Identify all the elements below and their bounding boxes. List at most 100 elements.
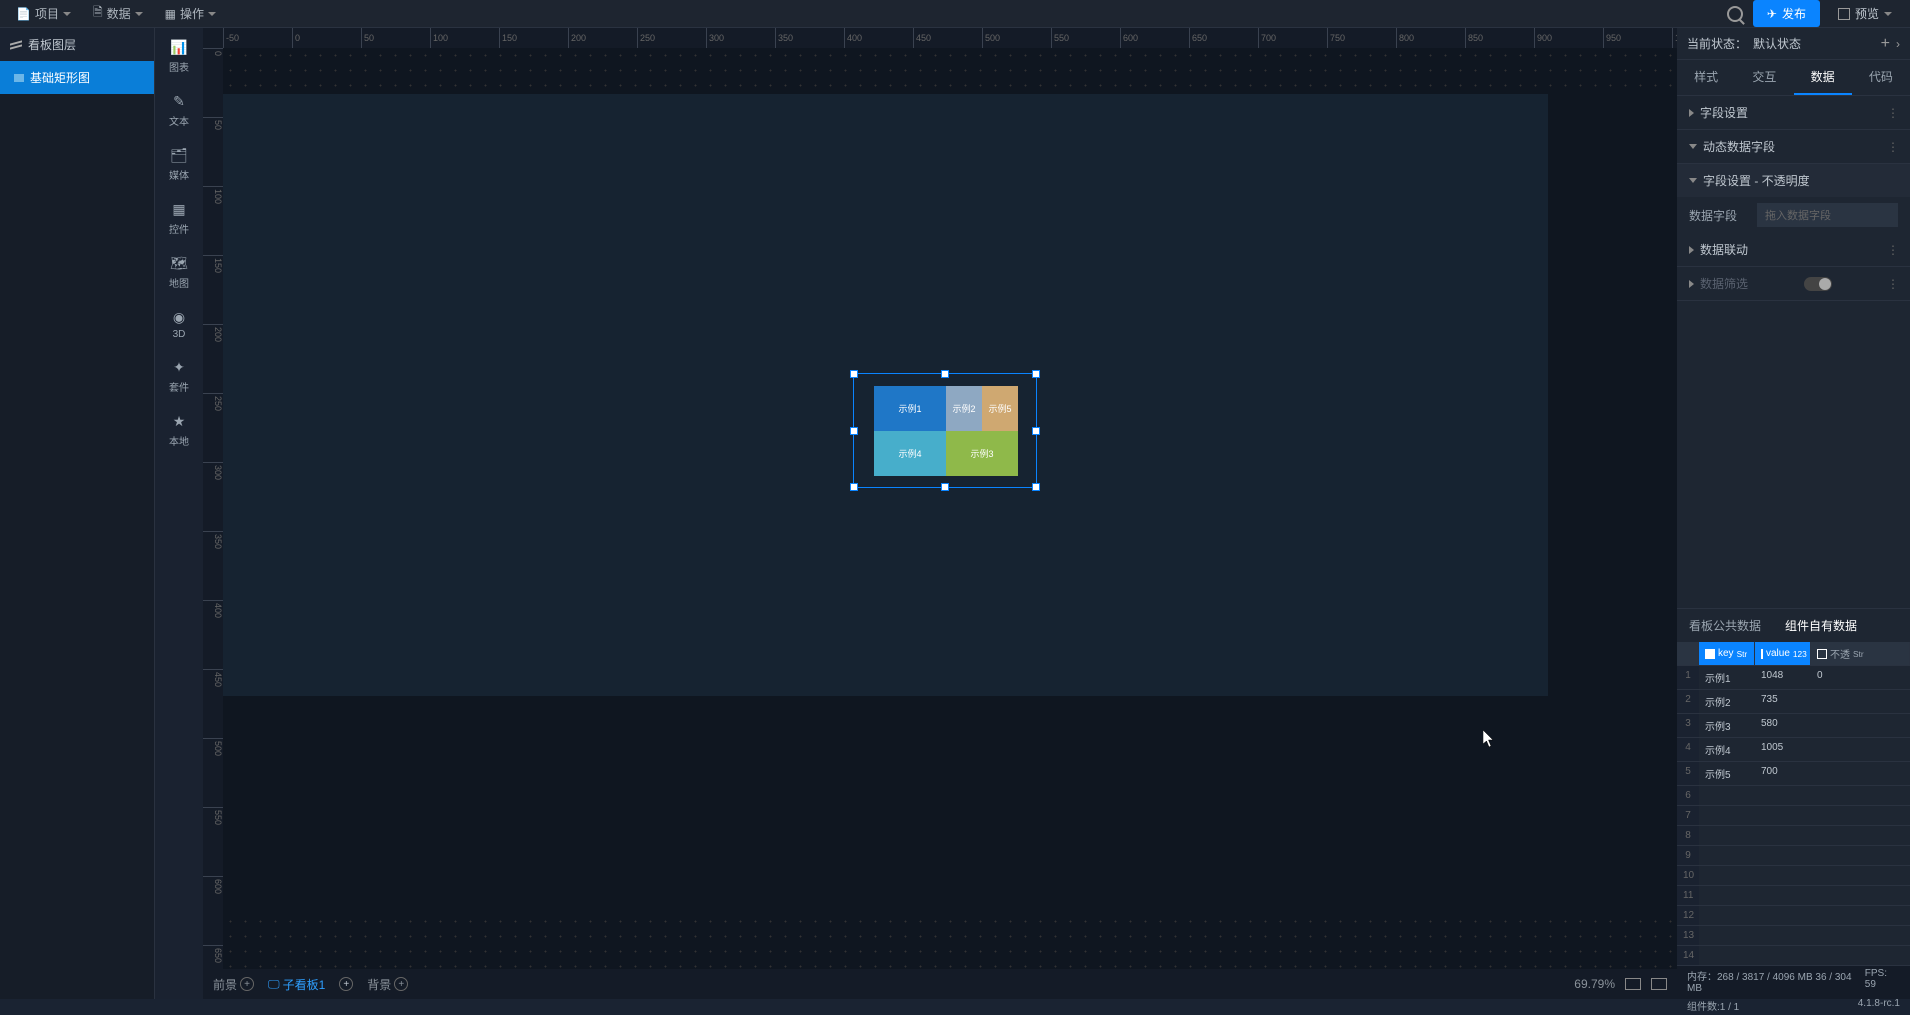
treemap-chart[interactable]: 示例1 示例2 示例5 示例4 示例3 [874,386,1018,476]
cell-key[interactable] [1699,926,1755,945]
section-field-settings[interactable]: 字段设置 ⋮ [1677,96,1910,130]
cell-key[interactable] [1699,866,1755,885]
add-tab-button[interactable]: + [339,977,353,991]
tool-chart[interactable]: 📊图表 [169,38,189,74]
menu-project[interactable]: 📄 项目 [10,0,77,28]
cell-key[interactable] [1699,786,1755,805]
table-row[interactable]: 6 [1677,785,1910,805]
cell-key[interactable] [1699,946,1755,965]
resize-handle-mr[interactable] [1032,427,1040,435]
tool-control[interactable]: ▦控件 [169,200,189,236]
publish-button[interactable]: ✈ 发布 [1753,0,1820,27]
tool-map[interactable]: 🗺地图 [169,254,189,290]
state-next-icon[interactable]: › [1896,37,1900,51]
cell-value[interactable] [1755,846,1811,865]
add-state-button[interactable]: + [1881,35,1890,53]
grid-header-key[interactable]: keyStr [1699,642,1755,665]
tab-data[interactable]: 数据 [1794,60,1852,95]
cell-opacity[interactable] [1811,866,1910,885]
resize-handle-tl[interactable] [850,370,858,378]
cell-key[interactable]: 示例4 [1699,738,1755,761]
add-fore-icon[interactable]: + [240,977,254,991]
more-icon[interactable]: ⋮ [1887,140,1898,154]
cell-opacity[interactable] [1811,946,1910,965]
tab-style[interactable]: 样式 [1677,60,1735,95]
cell-value[interactable] [1755,806,1811,825]
table-row[interactable]: 3示例3580 [1677,713,1910,737]
cell-opacity[interactable] [1811,926,1910,945]
table-row[interactable]: 11 [1677,885,1910,905]
resize-handle-bl[interactable] [850,483,858,491]
more-icon[interactable]: ⋮ [1887,106,1898,120]
subsection-opacity[interactable]: 字段设置 - 不透明度 [1677,164,1910,197]
tool-media[interactable]: 🗂媒体 [169,146,189,182]
table-row[interactable]: 13 [1677,925,1910,945]
table-row[interactable]: 4示例41005 [1677,737,1910,761]
cell-key[interactable] [1699,826,1755,845]
cell-opacity[interactable] [1811,886,1910,905]
cell-value[interactable] [1755,886,1811,905]
cell-value[interactable]: 735 [1755,690,1811,713]
fit-screen-icon[interactable] [1625,978,1641,990]
drop-zone[interactable]: 拖入数据字段 [1757,203,1898,227]
cell-opacity[interactable] [1811,738,1910,761]
filter-toggle[interactable] [1804,277,1832,291]
data-tab-own[interactable]: 组件自有数据 [1773,609,1869,642]
preview-button[interactable]: 预览 [1830,1,1900,26]
actual-size-icon[interactable] [1651,978,1667,990]
table-row[interactable]: 7 [1677,805,1910,825]
more-icon[interactable]: ⋮ [1887,243,1898,257]
tab-background[interactable]: 背景 + [367,976,408,993]
resize-handle-tm[interactable] [941,370,949,378]
tab-foreground[interactable]: 前景 + [213,976,254,993]
menu-data[interactable]: 🗎 数据 [87,0,149,28]
cell-key[interactable]: 示例3 [1699,714,1755,737]
table-row[interactable]: 14 [1677,945,1910,965]
cell-opacity[interactable] [1811,714,1910,737]
tab-subboard[interactable]: 🖵 子看板1 [268,976,325,993]
cell-key[interactable] [1699,906,1755,925]
resize-handle-tr[interactable] [1032,370,1040,378]
cell-opacity[interactable] [1811,826,1910,845]
table-row[interactable]: 10 [1677,865,1910,885]
cell-value[interactable] [1755,946,1811,965]
layer-item-selected[interactable]: 基础矩形图 [0,61,154,94]
resize-handle-br[interactable] [1032,483,1040,491]
tab-interact[interactable]: 交互 [1735,60,1793,95]
cell-opacity[interactable] [1811,786,1910,805]
table-row[interactable]: 2示例2735 [1677,689,1910,713]
grid-header-opacity[interactable]: 不透Str [1811,642,1910,665]
tool-3d[interactable]: ◉3D [170,308,188,340]
tool-local[interactable]: ★本地 [169,412,189,448]
cell-key[interactable] [1699,846,1755,865]
cell-opacity[interactable] [1811,846,1910,865]
data-tab-public[interactable]: 看板公共数据 [1677,609,1773,642]
selection-box[interactable]: 示例1 示例2 示例5 示例4 示例3 [853,373,1037,488]
section-linkage[interactable]: 数据联动 ⋮ [1677,233,1910,267]
more-icon[interactable]: ⋮ [1887,277,1898,291]
table-row[interactable]: 5示例5700 [1677,761,1910,785]
resize-handle-bm[interactable] [941,483,949,491]
cell-opacity[interactable] [1811,806,1910,825]
cell-value[interactable]: 1005 [1755,738,1811,761]
cell-opacity[interactable] [1811,906,1910,925]
search-icon[interactable] [1727,6,1743,22]
tool-text[interactable]: ✎文本 [169,92,189,128]
grid-header-value[interactable]: value123 [1755,642,1811,665]
table-row[interactable]: 12 [1677,905,1910,925]
tab-code[interactable]: 代码 [1852,60,1910,95]
menu-actions[interactable]: ▦ 操作 [159,0,222,28]
table-row[interactable]: 9 [1677,845,1910,865]
add-back-icon[interactable]: + [394,977,408,991]
cell-key[interactable]: 示例1 [1699,666,1755,689]
resize-handle-ml[interactable] [850,427,858,435]
tool-kit[interactable]: ✦套件 [169,358,189,394]
cell-value[interactable] [1755,866,1811,885]
cell-value[interactable] [1755,906,1811,925]
cell-opacity[interactable] [1811,762,1910,785]
section-dynamic-fields[interactable]: 动态数据字段 ⋮ [1677,130,1910,164]
cell-key[interactable]: 示例5 [1699,762,1755,785]
cell-value[interactable] [1755,926,1811,945]
section-filter[interactable]: 数据筛选 ⋮ [1677,267,1910,301]
cell-key[interactable]: 示例2 [1699,690,1755,713]
